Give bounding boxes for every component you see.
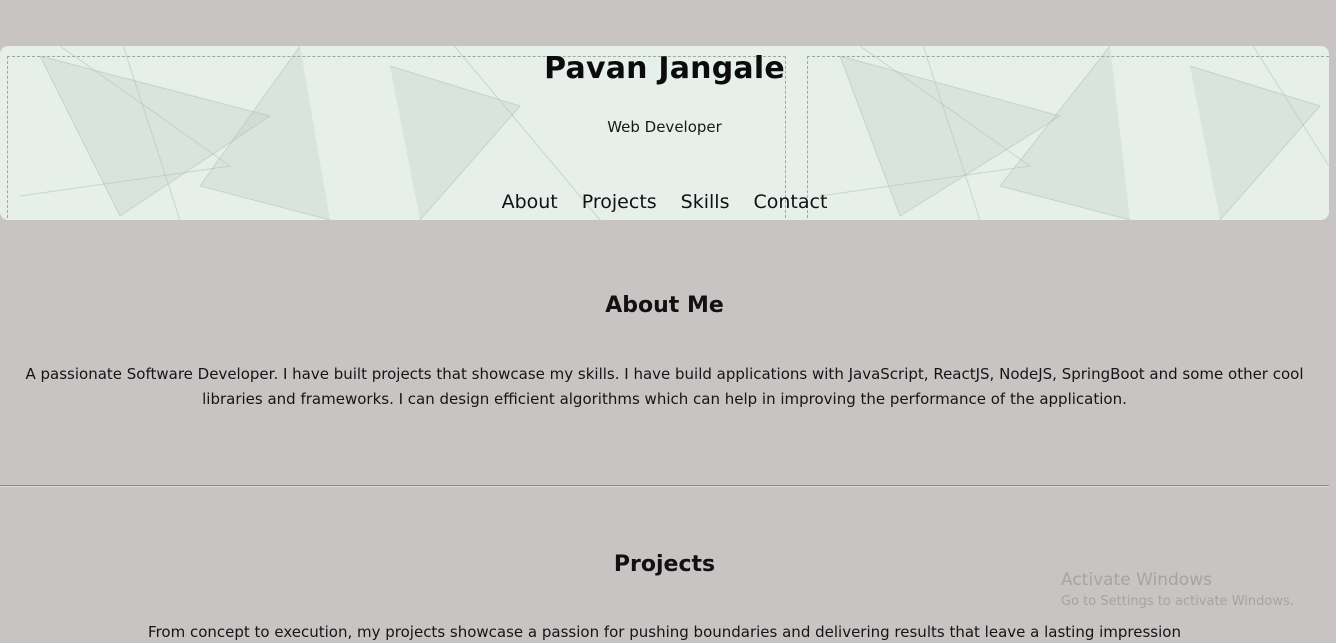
watermark-subtitle: Go to Settings to activate Windows. [1061, 594, 1294, 609]
hero-header: Pavan Jangale Web Developer About Projec… [0, 46, 1329, 220]
activate-windows-watermark: Activate Windows Go to Settings to activ… [1061, 570, 1294, 609]
nav-contact[interactable]: Contact [753, 191, 827, 213]
nav-projects[interactable]: Projects [582, 191, 657, 213]
about-text: A passionate Software Developer. I have … [25, 365, 1304, 408]
site-role: Web Developer [607, 118, 722, 136]
nav-about[interactable]: About [502, 191, 558, 213]
watermark-title: Activate Windows [1061, 570, 1212, 590]
nav-skills[interactable]: Skills [681, 191, 730, 213]
projects-text: From concept to execution, my projects s… [148, 623, 1181, 641]
main-nav: About Projects Skills Contact [0, 191, 1329, 213]
page: Pavan Jangale Web Developer About Projec… [0, 0, 1336, 643]
site-name: Pavan Jangale [544, 51, 785, 86]
section-divider [0, 485, 1329, 487]
about-title: About Me [605, 293, 724, 318]
